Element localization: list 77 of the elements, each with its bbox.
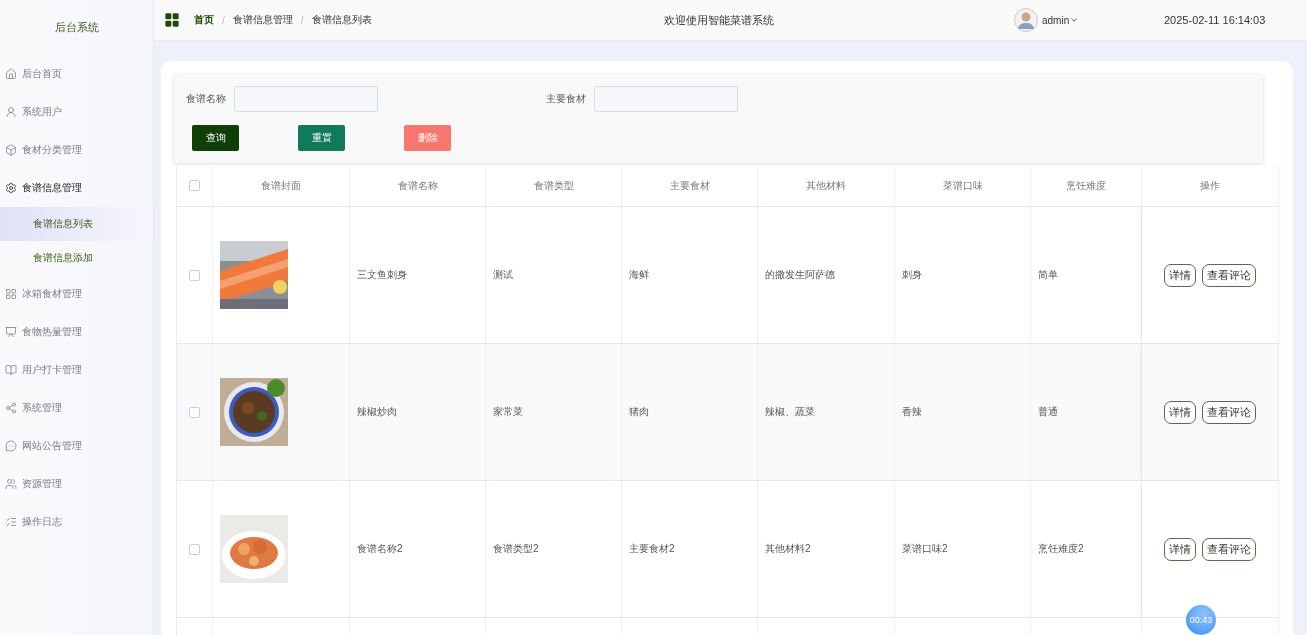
user-icon — [5, 106, 17, 118]
book-icon — [5, 364, 17, 376]
chat-icon — [5, 440, 17, 452]
details-button[interactable]: 详情 — [1164, 400, 1196, 424]
sidebar-item[interactable]: 用户打卡管理 — [0, 351, 153, 389]
breadcrumb-separator: / — [300, 14, 304, 26]
sidebar-item[interactable]: 食材分类管理 — [0, 131, 153, 169]
cube-icon — [5, 144, 17, 156]
table-cell: 刺身 — [895, 207, 1031, 343]
table-cell: 普通 — [1031, 344, 1142, 480]
field-label: 食谱名称 — [186, 92, 226, 106]
column-header: 操作 — [1142, 165, 1279, 206]
table-cell: 三文鱼刺身 — [350, 207, 486, 343]
app-title: 后台系统 — [53, 20, 100, 35]
sidebar-item[interactable]: 操作日志 — [0, 503, 153, 541]
checkbox[interactable] — [189, 180, 200, 191]
table-cell: 海鲜 — [622, 207, 758, 343]
table-cell: 烹饪难度2 — [1031, 481, 1142, 617]
table-cell: 香辣 — [895, 344, 1031, 480]
column-header: 食谱类型 — [486, 165, 622, 206]
table-cell: 主要食材2 — [622, 481, 758, 617]
breadcrumb-link[interactable]: 食谱信息管理 — [232, 13, 293, 27]
reset-button[interactable]: 重置 — [298, 125, 345, 151]
breadcrumb-link[interactable]: 首页 — [194, 13, 214, 27]
column-header: 食谱封面 — [213, 165, 350, 206]
sidebar-item[interactable]: 食谱信息管理 — [0, 169, 153, 207]
sidebar-subitem[interactable]: 食谱信息添加 — [0, 241, 153, 275]
breadcrumb-separator: / — [222, 14, 225, 26]
home-icon — [5, 68, 17, 80]
input-field[interactable] — [594, 86, 738, 112]
grid-icon[interactable] — [164, 12, 180, 28]
datetime: 2025-02-11 16:14:03 — [1164, 14, 1266, 26]
list-icon — [5, 516, 17, 528]
field-label: 主要食材 — [546, 92, 586, 106]
settings-icon — [5, 182, 17, 194]
grid-icon — [5, 288, 17, 300]
chevron-down-icon — [1069, 15, 1080, 25]
avatar-icon — [1014, 8, 1038, 32]
table-cell: 食谱名称2 — [350, 481, 486, 617]
sidebar-item[interactable]: 食物热量管理 — [0, 313, 153, 351]
sidebar-item[interactable]: 系统管理 — [0, 389, 153, 427]
details-button[interactable]: 详情 — [1164, 263, 1196, 287]
details-button[interactable]: 详情 — [1164, 537, 1196, 561]
column-header: 食谱名称 — [350, 165, 486, 206]
table-cell: 的撒发生阿萨德 — [758, 207, 895, 343]
column-header: 烹饪难度 — [1031, 165, 1142, 206]
checkbox[interactable] — [189, 269, 200, 281]
sidebar-item[interactable]: 系统用户 — [0, 93, 153, 131]
sidebar-item[interactable]: 资源管理 — [0, 465, 153, 503]
table-cell: 食谱类型2 — [486, 481, 622, 617]
table-cell: 辣椒、蔬菜 — [758, 344, 895, 480]
sidebar-item[interactable]: 冰箱食材管理 — [0, 275, 153, 313]
table-cell: 简单 — [1031, 207, 1142, 343]
board-icon — [5, 326, 17, 338]
checkbox[interactable] — [189, 543, 200, 555]
sidebar-item[interactable]: 后台首页 — [0, 55, 153, 93]
breadcrumb-link[interactable]: 食谱信息列表 — [311, 13, 372, 27]
column-header: 其他材料 — [758, 165, 895, 206]
page-title: 欢迎使用智能菜谱系统 — [664, 12, 775, 28]
table-cell: 其他材料2 — [758, 481, 895, 617]
column-header: 菜谱口味 — [895, 165, 1031, 206]
user-menu[interactable]: admin — [1042, 14, 1080, 26]
table-cell: 家常菜 — [486, 344, 622, 480]
users-icon — [5, 478, 17, 490]
table-cell: 猪肉 — [622, 344, 758, 480]
comments-button[interactable]: 查看评论 — [1202, 263, 1256, 287]
table-cell: 测试 — [486, 207, 622, 343]
input-field[interactable] — [234, 86, 378, 112]
sidebar-item[interactable]: 网站公告管理 — [0, 427, 153, 465]
query-button[interactable]: 查询 — [192, 125, 239, 151]
share-icon — [5, 402, 17, 414]
comments-button[interactable]: 查看评论 — [1202, 537, 1256, 561]
table-cell: 菜谱口味2 — [895, 481, 1031, 617]
comments-button[interactable]: 查看评论 — [1202, 400, 1256, 424]
checkbox[interactable] — [189, 406, 200, 418]
column-header: 主要食材 — [622, 165, 758, 206]
table-cell: 辣椒炒肉 — [350, 344, 486, 480]
